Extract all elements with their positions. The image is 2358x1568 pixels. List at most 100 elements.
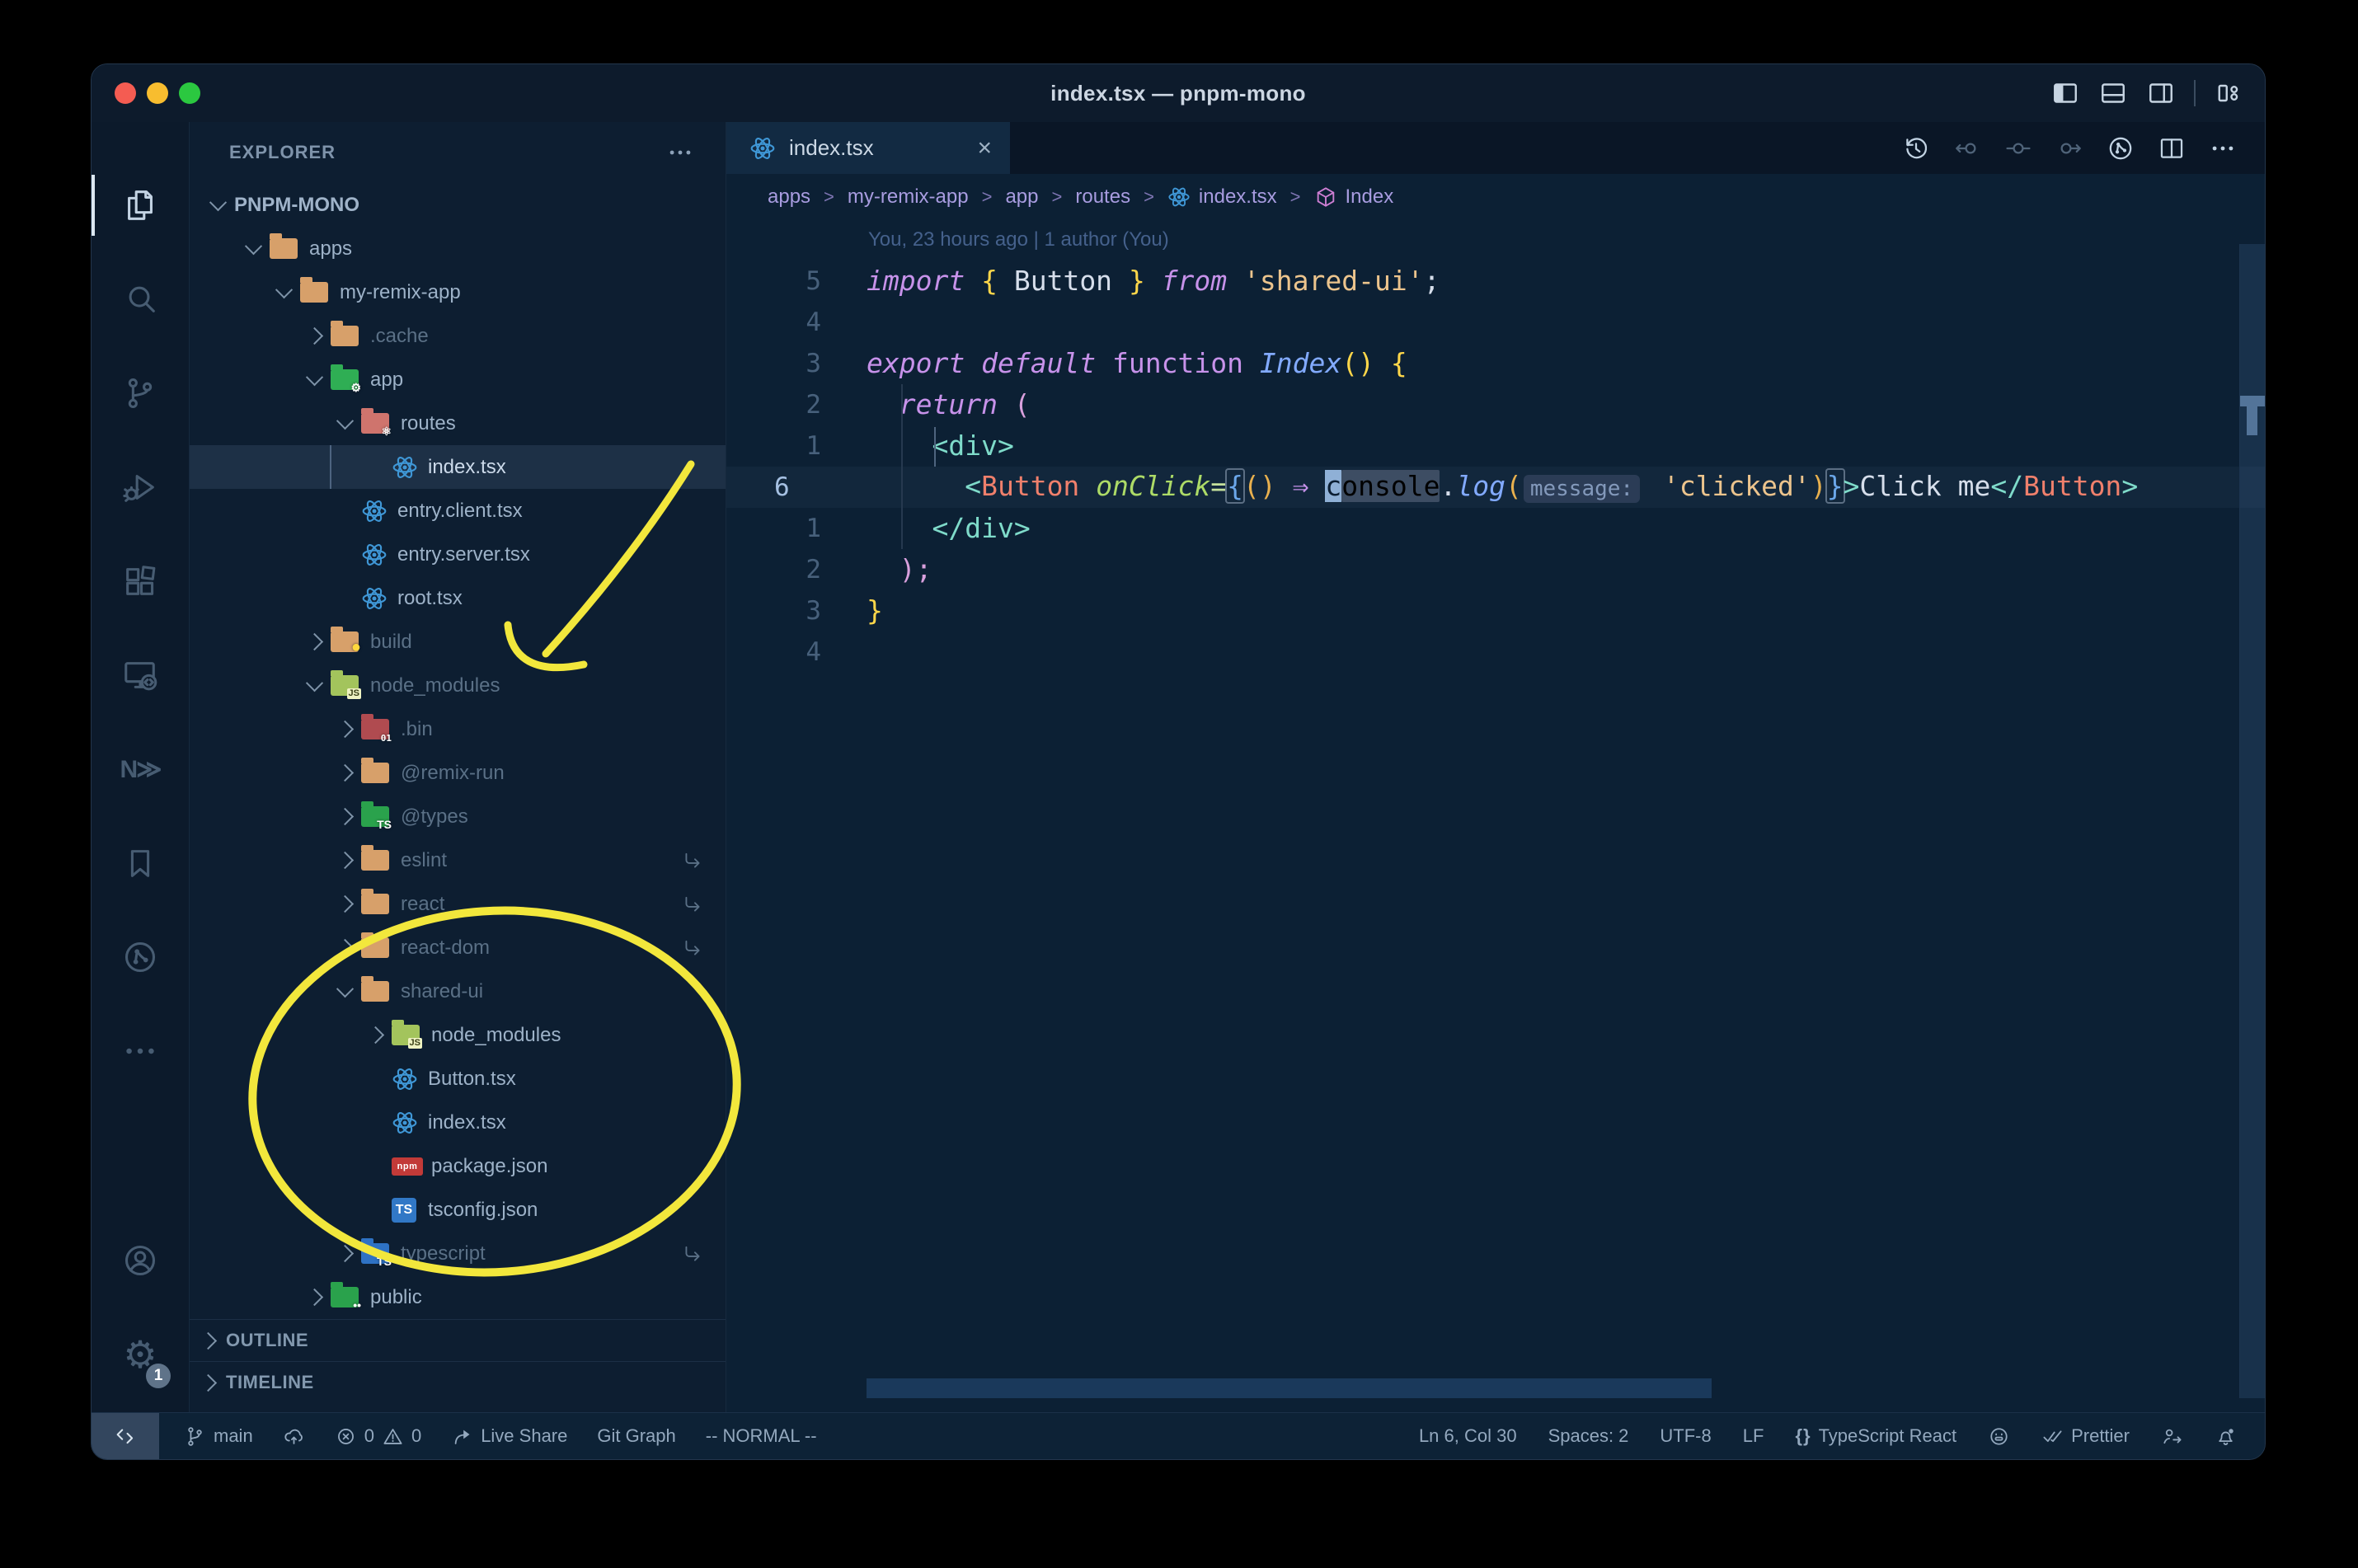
activity-bar-settings[interactable]: ⚙ 1	[92, 1307, 189, 1401]
status-vim-mode[interactable]: -- NORMAL --	[706, 1425, 817, 1447]
horizontal-scrollbar[interactable]	[867, 1378, 1712, 1398]
tree-item-apps[interactable]: apps	[190, 227, 726, 270]
tree-item-.cache[interactable]: .cache	[190, 314, 726, 358]
activity-bar-explorer[interactable]	[92, 158, 189, 252]
account-icon	[121, 1242, 159, 1279]
code-token: ;	[1423, 265, 1440, 297]
activity-bar-source-control[interactable]	[92, 346, 189, 440]
code-line-2[interactable]: 2 return (	[726, 384, 2265, 425]
breadcrumb-separator: >	[1144, 185, 1154, 207]
status-git-graph[interactable]: Git Graph	[597, 1425, 675, 1447]
toolbar-current-change-icon[interactable]	[1993, 134, 2044, 162]
breadcrumb-app[interactable]: app	[1005, 185, 1038, 209]
breadcrumb-my-remix-app[interactable]: my-remix-app	[848, 185, 969, 209]
tree-item-entry.client.tsx[interactable]: entry.client.tsx	[190, 489, 726, 533]
code-line-3[interactable]: 3 }	[726, 590, 2265, 631]
tab-index-tsx[interactable]: index.tsx ×	[726, 122, 1010, 174]
status-remote-indicator[interactable]	[92, 1413, 159, 1459]
minimize-window-button[interactable]	[147, 82, 168, 104]
breadcrumb-routes[interactable]: routes	[1075, 185, 1130, 209]
code-line-3[interactable]: 3 export default function Index() {	[726, 343, 2265, 384]
code-line-5[interactable]: 5 import { Button } from 'shared-ui';	[726, 261, 2265, 302]
tree-item-package.json[interactable]: npm package.json	[190, 1144, 726, 1188]
activity-bar-remote-explorer[interactable]	[92, 628, 189, 722]
toolbar-previous-change-icon[interactable]	[1942, 134, 1993, 162]
breadcrumb-separator: >	[1051, 185, 1063, 207]
timeline-section[interactable]: TIMELINE	[190, 1361, 726, 1403]
status-notifications[interactable]	[2215, 1425, 2237, 1448]
code-line-2[interactable]: 2 );	[726, 549, 2265, 590]
status-sync-changes[interactable]	[283, 1425, 305, 1448]
breadcrumb-apps[interactable]: apps	[768, 185, 810, 209]
tree-item-Button.tsx[interactable]: Button.tsx	[190, 1057, 726, 1101]
tree-item-react-dom[interactable]: react-dom	[190, 926, 726, 969]
maximize-window-button[interactable]	[179, 82, 200, 104]
tree-item-build[interactable]: ● build	[190, 620, 726, 664]
code-line-1[interactable]: 1 </div>	[726, 508, 2265, 549]
tree-item-app[interactable]: ⚙ app	[190, 358, 726, 401]
code-line-6[interactable]: 6 <Button onClick={() ⇒ console.log(mess…	[726, 467, 2265, 508]
status-language-mode[interactable]: {} TypeScript React	[1795, 1425, 1956, 1447]
activity-bar-nx-console[interactable]: N≫	[92, 722, 189, 816]
status-cursor-position[interactable]: Ln 6, Col 30	[1419, 1425, 1517, 1447]
breadcrumb-index.tsx[interactable]: index.tsx	[1167, 185, 1277, 209]
status-eol[interactable]: LF	[1743, 1425, 1764, 1447]
code-token: );	[899, 553, 932, 585]
outline-section[interactable]: OUTLINE	[190, 1319, 726, 1361]
tree-item-@remix-run[interactable]: @remix-run	[190, 751, 726, 795]
gitlens-blame: You, 23 hours ago | 1 author (You)	[868, 228, 1169, 251]
tree-item-node_modules[interactable]: JS node_modules	[190, 1013, 726, 1057]
breadcrumb-Index[interactable]: Index	[1314, 185, 1393, 209]
tree-item-react[interactable]: react	[190, 882, 726, 926]
more-icon	[121, 1032, 159, 1070]
status-problems[interactable]: 0 0	[335, 1425, 421, 1448]
customize-layout-icon[interactable]	[2214, 78, 2243, 108]
tree-item-index.tsx[interactable]: index.tsx	[190, 445, 726, 489]
activity-bar-bookmarks[interactable]	[92, 816, 189, 910]
status-indentation[interactable]: Spaces: 2	[1548, 1425, 1629, 1447]
toolbar-timeline-history-icon[interactable]	[1891, 134, 1942, 162]
toolbar-next-change-icon[interactable]	[2044, 134, 2095, 162]
close-window-button[interactable]	[115, 82, 136, 104]
tree-item-.bin[interactable]: 01 .bin	[190, 707, 726, 751]
editor-toolbar	[1891, 122, 2248, 174]
breadcrumb-separator: >	[824, 185, 834, 207]
tree-item-PNPM-MONO[interactable]: PNPM-MONO	[190, 183, 726, 227]
status-feedback[interactable]	[1988, 1425, 2010, 1448]
activity-bar-search[interactable]	[92, 252, 189, 346]
tree-item-entry.server.tsx[interactable]: entry.server.tsx	[190, 533, 726, 576]
activity-bar-git-graph[interactable]	[92, 910, 189, 1004]
toolbar-git-graph-icon[interactable]	[2095, 134, 2146, 162]
code-line-1[interactable]: 1 <div>	[726, 425, 2265, 467]
tree-item-tsconfig.json[interactable]: TS tsconfig.json	[190, 1188, 726, 1232]
toggle-primary-sidebar-icon[interactable]	[2050, 78, 2080, 108]
tree-item-routes[interactable]: ⚛ routes	[190, 401, 726, 445]
tree-item-index.tsx[interactable]: index.tsx	[190, 1101, 726, 1144]
tree-item-my-remix-app[interactable]: my-remix-app	[190, 270, 726, 314]
tree-item-@types[interactable]: TS @types	[190, 795, 726, 838]
activity-bar-run-debug[interactable]	[92, 440, 189, 534]
activity-bar-accounts[interactable]	[92, 1214, 189, 1307]
status-prettier[interactable]: Prettier	[2041, 1425, 2130, 1448]
status-encoding[interactable]: UTF-8	[1660, 1425, 1711, 1447]
code-line-4[interactable]: 4	[726, 631, 2265, 673]
tree-item-root.tsx[interactable]: root.tsx	[190, 576, 726, 620]
code-editor[interactable]: You, 23 hours ago | 1 author (You) 5 imp…	[726, 219, 2265, 1413]
toggle-secondary-sidebar-icon[interactable]	[2146, 78, 2176, 108]
tree-item-typescript[interactable]: TS typescript	[190, 1232, 726, 1275]
close-tab-icon[interactable]: ×	[977, 135, 992, 161]
tree-item-shared-ui[interactable]: shared-ui	[190, 969, 726, 1013]
status-git-branch[interactable]: main	[184, 1425, 253, 1448]
activity-bar-more-views[interactable]	[92, 1004, 189, 1098]
toolbar-split-editor-icon[interactable]	[2146, 134, 2197, 162]
tree-item-public[interactable]: •• public	[190, 1275, 726, 1319]
toggle-panel-icon[interactable]	[2098, 78, 2128, 108]
code-line-4[interactable]: 4	[726, 302, 2265, 343]
explorer-more-actions-icon[interactable]	[666, 138, 694, 167]
toolbar-more-actions-icon[interactable]	[2197, 134, 2248, 162]
status-live-share-contact[interactable]	[2161, 1425, 2183, 1448]
tree-item-eslint[interactable]: eslint	[190, 838, 726, 882]
activity-bar-extensions[interactable]	[92, 534, 189, 628]
tree-item-node_modules[interactable]: JS node_modules	[190, 664, 726, 707]
status-live-share[interactable]: Live Share	[451, 1425, 567, 1448]
